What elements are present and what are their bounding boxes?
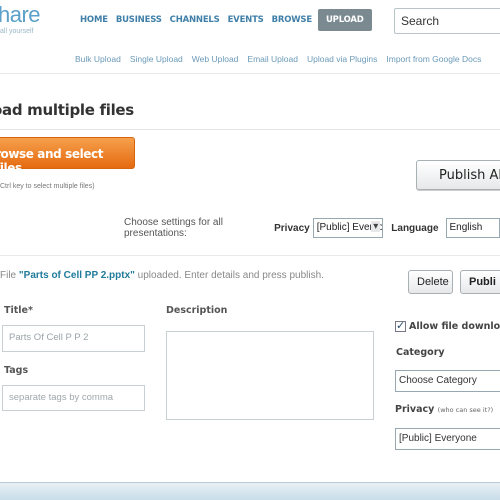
allow-download-label: Allow file download [409, 321, 500, 332]
subnav-import-google-docs[interactable]: Import from Google Docs [386, 54, 481, 64]
settings-privacy-select[interactable]: [Public] Everyo [312, 218, 384, 238]
settings-language-label: Language [391, 222, 439, 234]
title-field[interactable]: Parts Of Cell P P 2 [2, 325, 145, 352]
category-label: Category [396, 347, 445, 358]
category-select[interactable]: Choose Category [395, 370, 500, 392]
header-divider [0, 73, 500, 74]
subnav-upload-plugins[interactable]: Upload via Plugins [307, 54, 377, 64]
logo-tagline: all yourself [0, 28, 34, 35]
browse-files-button[interactable]: rowse and select files... [0, 137, 135, 175]
subnav-web-upload[interactable]: Web Upload [192, 54, 239, 64]
tags-field[interactable]: separate tags by comma [2, 385, 145, 411]
description-label: Description [166, 305, 228, 316]
title-divider [0, 129, 500, 130]
privacy-hint: (who can see it?) [437, 406, 494, 414]
nav-business[interactable]: BUSINESS [116, 15, 162, 25]
publish-button[interactable]: Publi [460, 270, 500, 294]
privacy-label: Privacy [395, 404, 435, 415]
settings-language-select[interactable]: English [445, 218, 500, 238]
subnav-email-upload[interactable]: Email Upload [247, 54, 298, 64]
title-label: Title* [4, 305, 33, 316]
top-navigation: HOME BUSINESS CHANNELS EVENTS BROWSE UPL… [80, 8, 380, 32]
allow-download-row[interactable]: Allow file download [395, 319, 500, 332]
nav-home[interactable]: HOME [80, 15, 108, 25]
nav-events[interactable]: EVENTS [228, 15, 264, 25]
settings-privacy-label: Privacy [274, 222, 310, 234]
file-prefix: File [0, 270, 19, 281]
privacy-label-row: Privacy (who can see it?) [395, 404, 493, 415]
settings-prefix: Choose settings for all presentations: [124, 217, 223, 239]
delete-button[interactable]: Delete [408, 270, 453, 294]
upload-page: hare all yourself HOME BUSINESS CHANNELS… [0, 0, 500, 500]
privacy-select[interactable]: [Public] Everyone [395, 428, 500, 450]
site-logo[interactable]: hare [0, 2, 41, 28]
search-input[interactable]: Search [394, 8, 500, 34]
file-name: "Parts of Cell PP 2.pptx" [18, 270, 135, 281]
page-title: oad multiple files [0, 101, 134, 119]
global-settings-row: Choose settings for all presentations: P… [124, 217, 500, 239]
allow-download-checkbox[interactable] [395, 319, 406, 332]
nav-upload[interactable]: UPLOAD [317, 9, 372, 31]
publish-all-button[interactable]: Publish All [416, 160, 500, 190]
nav-channels[interactable]: CHANNELS [170, 15, 220, 25]
file-status: uploaded. Enter details and press publis… [134, 270, 324, 281]
footer-bar [0, 482, 500, 500]
settings-divider [0, 255, 500, 256]
tags-label: Tags [4, 365, 29, 376]
subnav-bulk-upload[interactable]: Bulk Upload [75, 54, 121, 64]
upload-subnav: Bulk Upload Single Upload Web Upload Ema… [75, 54, 490, 64]
file-status-line: File "Parts of Cell PP 2.pptx" uploaded.… [0, 270, 324, 281]
browse-hint: Ctrl key to select multiple files) [0, 183, 95, 190]
subnav-single-upload[interactable]: Single Upload [130, 54, 183, 64]
nav-browse[interactable]: BROWSE [272, 15, 313, 25]
description-field[interactable] [166, 331, 374, 420]
